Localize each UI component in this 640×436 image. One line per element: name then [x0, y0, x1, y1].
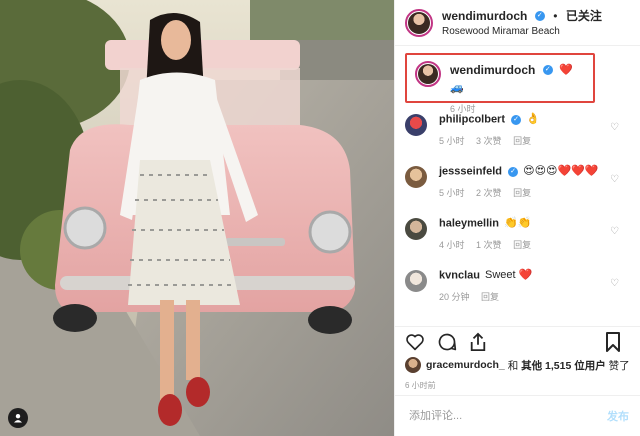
- post-comment-button[interactable]: 发布: [607, 408, 629, 424]
- separator-dot: •: [553, 9, 558, 24]
- comment-text: 👏👏: [503, 217, 532, 229]
- comment-like-heart-icon[interactable]: ♡: [610, 122, 619, 133]
- comment-username[interactable]: jessseinfeld: [439, 165, 502, 177]
- comment-username[interactable]: kvnclau: [439, 269, 480, 281]
- verified-badge-icon: ✓: [534, 11, 545, 22]
- location-link[interactable]: Rosewood Miramar Beach: [442, 26, 602, 39]
- comments-list: philipcolbert ✓ 👌 5 小时 3 次赞 回复 ♡ jesssei…: [405, 112, 635, 320]
- comment-avatar[interactable]: [405, 270, 427, 292]
- likes-suffix: 赞了: [605, 359, 630, 372]
- comment-likes[interactable]: 1 次赞: [476, 240, 502, 250]
- comment-time[interactable]: 5 小时: [439, 136, 465, 146]
- bookmark-icon[interactable]: [605, 331, 631, 353]
- following-button[interactable]: 已关注: [566, 9, 602, 23]
- caption-username[interactable]: wendimurdoch: [450, 63, 535, 77]
- comment-avatar[interactable]: [405, 218, 427, 240]
- comment-item: kvnclau Sweet ❤️ 20 分钟 回复 ♡: [405, 268, 635, 320]
- comment-bubble-icon[interactable]: [437, 331, 463, 353]
- post-photo[interactable]: [0, 0, 394, 436]
- comment-avatar[interactable]: [405, 114, 427, 136]
- post-timestamp[interactable]: 6 小时前: [405, 380, 436, 391]
- liker-username[interactable]: gracemurdoch_: [426, 359, 505, 371]
- verified-badge-icon: ✓: [511, 114, 522, 125]
- comment-username[interactable]: haleymellin: [439, 217, 499, 229]
- comment-text: 👌: [526, 113, 540, 125]
- comment-like-heart-icon[interactable]: ♡: [610, 226, 619, 237]
- post-header: wendimurdoch ✓ • 已关注 Rosewood Miramar Be…: [395, 0, 640, 46]
- like-heart-icon[interactable]: [405, 331, 431, 353]
- comment-text: Sweet ❤️: [485, 269, 533, 281]
- user-tag-icon[interactable]: [8, 408, 28, 428]
- comment-time[interactable]: 20 分钟: [439, 292, 470, 302]
- comment-avatar[interactable]: [405, 166, 427, 188]
- post-panel: wendimurdoch ✓ • 已关注 Rosewood Miramar Be…: [394, 0, 640, 436]
- reply-button[interactable]: 回复: [513, 136, 531, 146]
- likes-summary: gracemurdoch_ 和 其他 1,515 位用户 赞了: [405, 357, 630, 373]
- verified-badge-icon: ✓: [542, 64, 553, 75]
- comment-time[interactable]: 4 小时: [439, 240, 465, 250]
- caption-avatar[interactable]: [415, 61, 441, 87]
- likes-and: 和: [504, 359, 522, 372]
- photo-scene: [0, 0, 394, 436]
- comment-item: philipcolbert ✓ 👌 5 小时 3 次赞 回复 ♡: [405, 112, 635, 164]
- comment-like-heart-icon[interactable]: ♡: [610, 278, 619, 289]
- comment-like-heart-icon[interactable]: ♡: [610, 174, 619, 185]
- other-likers-link[interactable]: 其他 1,515 位用户: [521, 358, 606, 373]
- comment-likes[interactable]: 3 次赞: [476, 136, 502, 146]
- post-actions: [395, 326, 640, 356]
- share-icon[interactable]: [469, 331, 495, 353]
- liker-avatar[interactable]: [405, 357, 421, 373]
- comment-time[interactable]: 5 小时: [439, 188, 465, 198]
- add-comment-bar: 发布: [395, 395, 640, 436]
- reply-button[interactable]: 回复: [513, 240, 531, 250]
- comment-item: haleymellin 👏👏 4 小时 1 次赞 回复 ♡: [405, 216, 635, 268]
- verified-badge-icon: ✓: [508, 166, 519, 177]
- reply-button[interactable]: 回复: [481, 292, 499, 302]
- comment-username[interactable]: philipcolbert: [439, 113, 505, 125]
- comment-likes[interactable]: 2 次赞: [476, 188, 502, 198]
- reply-button[interactable]: 回复: [513, 188, 531, 198]
- comment-input[interactable]: [407, 409, 607, 423]
- comment-text: 😍😍😍❤️❤️❤️: [523, 165, 599, 177]
- author-avatar[interactable]: [405, 8, 433, 37]
- comment-item: jessseinfeld ✓ 😍😍😍❤️❤️❤️ 5 小时 2 次赞 回复 ♡: [405, 164, 635, 216]
- caption-highlight: wendimurdoch ✓ ❤️🚙 6 小时: [405, 53, 595, 114]
- author-username[interactable]: wendimurdoch: [442, 9, 527, 23]
